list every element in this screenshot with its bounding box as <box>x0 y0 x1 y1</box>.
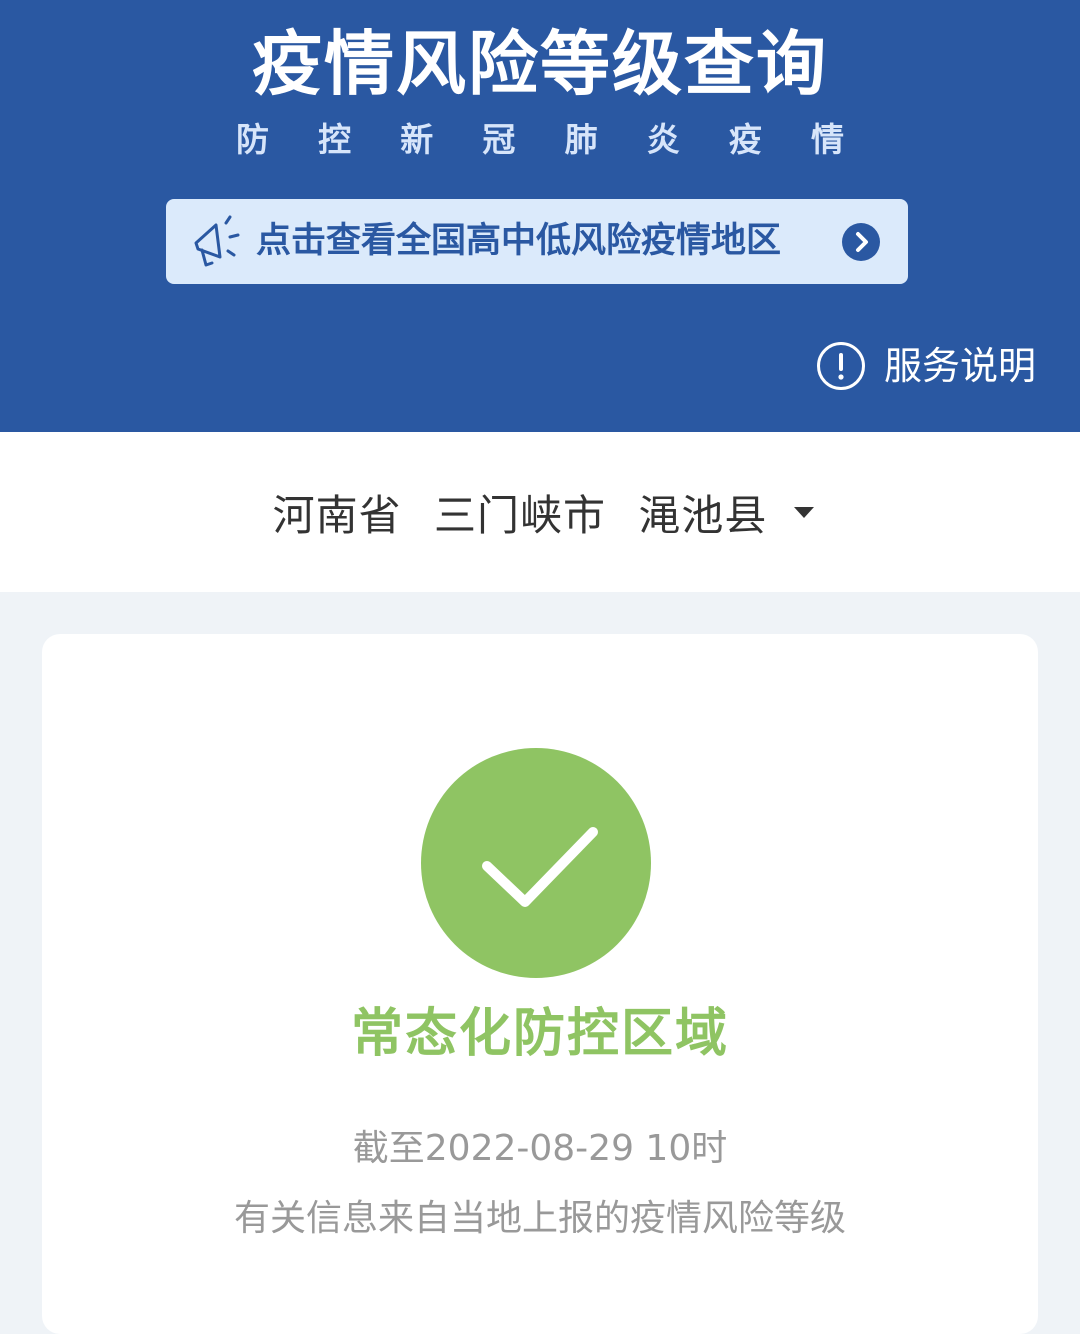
service-info-label: 服务说明 <box>884 344 1037 388</box>
subtitle-char: 疫 <box>728 120 762 159</box>
result-card: 常态化防控区域 截至2022-08-29 10时 有关信息来自当地上报的疫情风险… <box>42 634 1038 1334</box>
risk-areas-banner[interactable]: 点击查看全国高中低风险疫情地区 <box>166 199 908 284</box>
location-selector[interactable]: 河南省 三门峡市 渑池县 <box>0 432 1080 592</box>
chevron-right-icon <box>842 223 880 261</box>
risk-status: 常态化防控区域 <box>350 1004 729 1064</box>
province-label: 河南省 <box>272 490 402 540</box>
header: 疫情风险等级查询 防 控 新 冠 肺 炎 疫 情 点击查看全国高中低风险疫情地区 <box>0 0 1080 432</box>
subtitle-char: 防 <box>236 120 269 159</box>
subtitle-char: 控 <box>318 120 352 159</box>
check-circle-icon <box>421 748 651 978</box>
subtitle-char: 肺 <box>564 120 598 159</box>
location-bar: 河南省 三门峡市 渑池县 <box>0 432 1080 592</box>
location-text: 河南省 三门峡市 渑池县 <box>264 482 777 543</box>
megaphone-icon <box>194 215 240 267</box>
service-info-button[interactable]: 服务说明 <box>816 340 1036 392</box>
caret-down-icon <box>794 507 815 518</box>
banner-text: 点击查看全国高中低风险疫情地区 <box>256 221 782 261</box>
city-label: 三门峡市 <box>433 490 606 540</box>
info-icon <box>817 342 865 390</box>
subtitle-char: 冠 <box>482 120 516 159</box>
page-title: 疫情风险等级查询 <box>252 23 828 105</box>
subtitle-char: 炎 <box>646 120 680 159</box>
subtitle-char: 新 <box>400 120 434 159</box>
subtitle-char: 情 <box>810 120 844 159</box>
data-source-note: 有关信息来自当地上报的疫情风险等级 <box>233 1198 846 1239</box>
as-of-time: 截至2022-08-29 10时 <box>352 1128 728 1169</box>
subtitle: 防 控 新 冠 肺 炎 疫 情 <box>236 118 844 162</box>
county-label: 渑池县 <box>638 490 768 540</box>
